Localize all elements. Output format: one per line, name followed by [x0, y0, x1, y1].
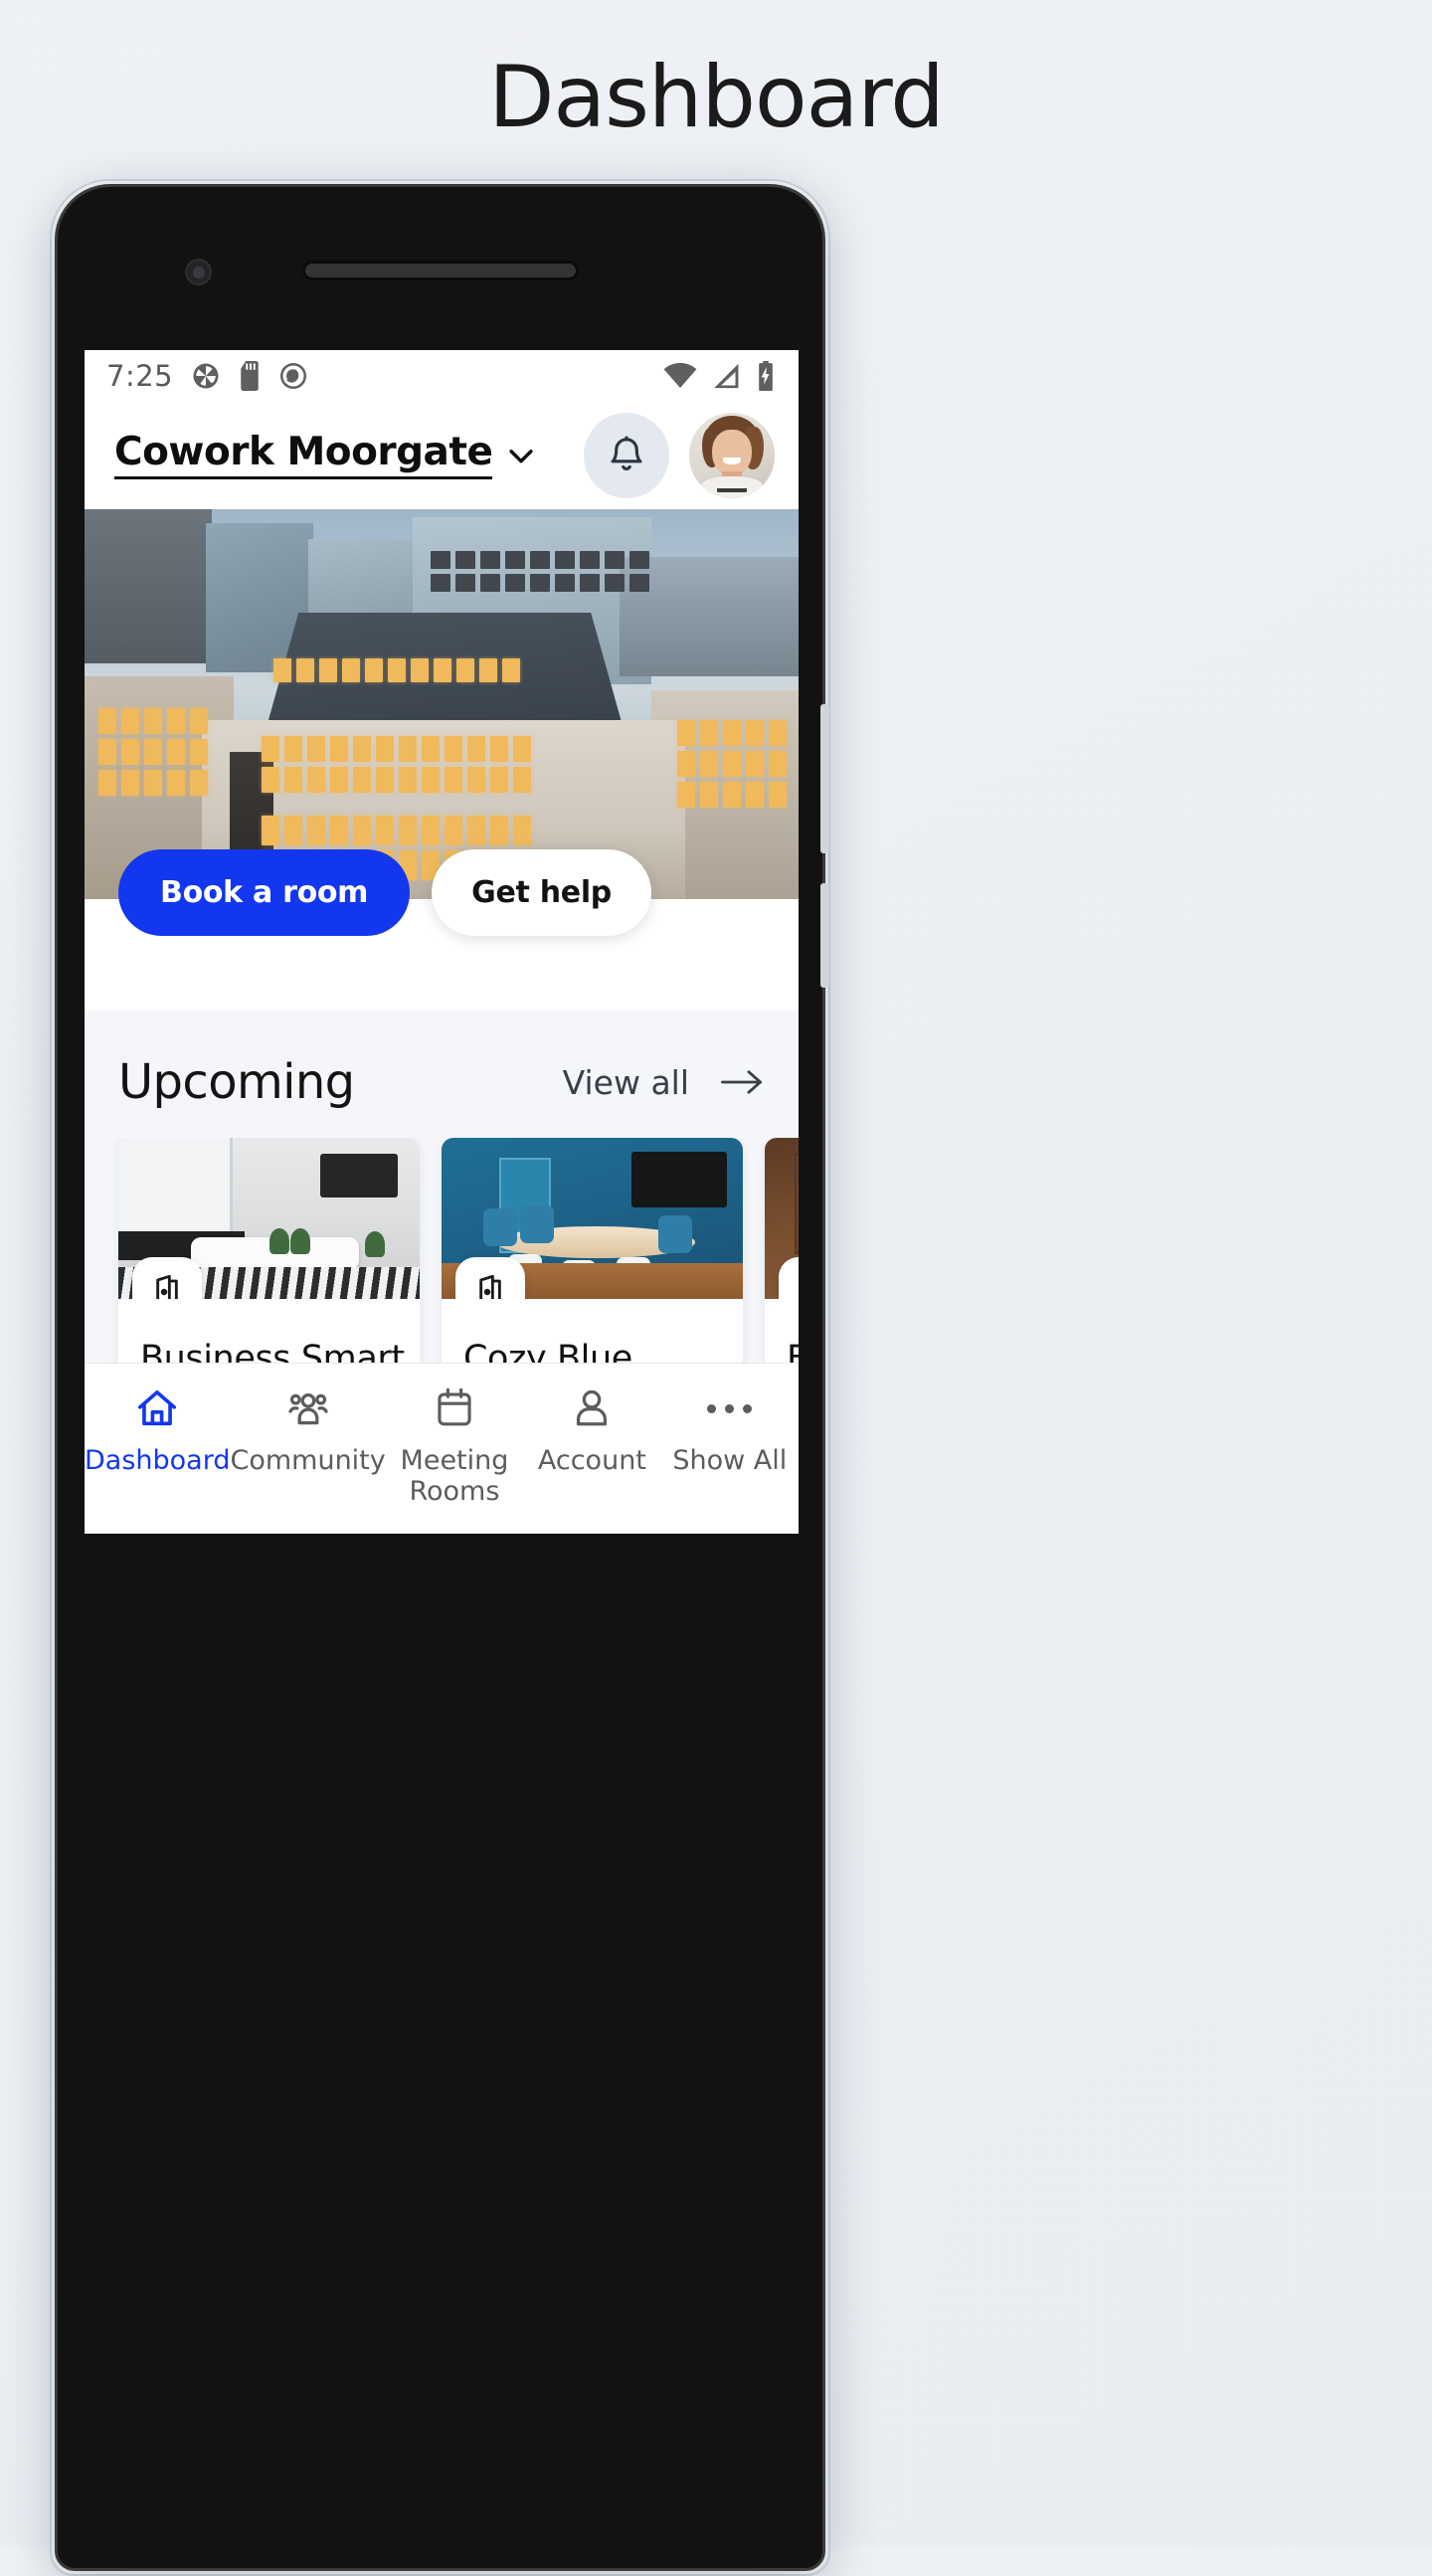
header-actions [584, 413, 775, 498]
phone-screen: 7:25 Cowork Moorgate Book a room Get hel… [85, 350, 799, 1534]
arrow-right-icon [721, 1070, 762, 1094]
battery-charging-icon [759, 361, 773, 391]
volume-button[interactable] [820, 704, 829, 853]
view-all-label: View all [562, 1062, 689, 1102]
nav-label-community: Community [230, 1445, 386, 1476]
phone-device: 7:25 Cowork Moorgate Book a room Get hel… [55, 184, 829, 2571]
open-door-badge [455, 1257, 525, 1299]
sd-card-icon [241, 361, 259, 391]
open-door-icon [794, 1272, 799, 1299]
nav-item-account[interactable]: Account [523, 1385, 660, 1476]
booking-card-image [442, 1138, 743, 1299]
section-header: Upcoming View all [85, 1020, 799, 1138]
person-icon [569, 1385, 615, 1431]
avatar[interactable] [689, 413, 775, 498]
home-icon [134, 1385, 180, 1431]
status-left-icons [191, 361, 308, 391]
booking-card-image [118, 1138, 420, 1299]
nav-label-account: Account [537, 1445, 646, 1476]
nav-label-show-all: Show All [672, 1445, 788, 1476]
nav-item-meeting-rooms[interactable]: Meeting Rooms [386, 1385, 523, 1508]
app-header: Cowork Moorgate [85, 402, 799, 509]
location-name: Cowork Moorgate [114, 431, 493, 480]
get-help-button[interactable]: Get help [432, 849, 651, 936]
booking-card-image [765, 1138, 799, 1299]
cellular-signal-icon [714, 363, 739, 389]
section-title: Upcoming [118, 1054, 355, 1110]
bell-icon [611, 436, 642, 470]
hero-building-image [85, 509, 799, 899]
nav-item-dashboard[interactable]: Dashboard [85, 1385, 230, 1476]
status-time: 7:25 [106, 359, 174, 393]
ellipsis-icon [707, 1385, 753, 1431]
camera-aperture-icon [193, 363, 219, 389]
nav-label-meeting-rooms: Meeting Rooms [400, 1445, 509, 1508]
open-door-icon [156, 1274, 178, 1299]
calendar-icon [433, 1385, 476, 1431]
book-a-room-button[interactable]: Book a room [118, 849, 411, 936]
chevron-down-icon [509, 450, 534, 463]
screenshot-icon [280, 363, 307, 389]
power-button[interactable] [820, 883, 829, 988]
notifications-button[interactable] [584, 413, 669, 498]
status-bar: 7:25 [85, 350, 799, 402]
open-door-badge [132, 1257, 202, 1299]
open-door-icon [479, 1274, 501, 1299]
cta-row: Book a room Get help [118, 849, 651, 936]
status-right-icons [663, 361, 777, 391]
nav-item-community[interactable]: Community [230, 1385, 386, 1476]
wifi-icon [663, 363, 697, 389]
location-selector[interactable]: Cowork Moorgate [114, 431, 538, 480]
people-icon [285, 1385, 331, 1431]
nav-item-show-all[interactable]: Show All [661, 1385, 799, 1476]
nav-label-dashboard: Dashboard [85, 1445, 231, 1476]
page-title: Dashboard [488, 48, 945, 147]
cta-strip: Book a room Get help [85, 849, 799, 1011]
view-all-link[interactable]: View all [563, 1063, 765, 1102]
earpiece-speaker [301, 261, 579, 280]
bottom-navigation: Dashboard Community Meeting Rooms Accoun… [85, 1363, 799, 1534]
front-camera [185, 259, 212, 285]
